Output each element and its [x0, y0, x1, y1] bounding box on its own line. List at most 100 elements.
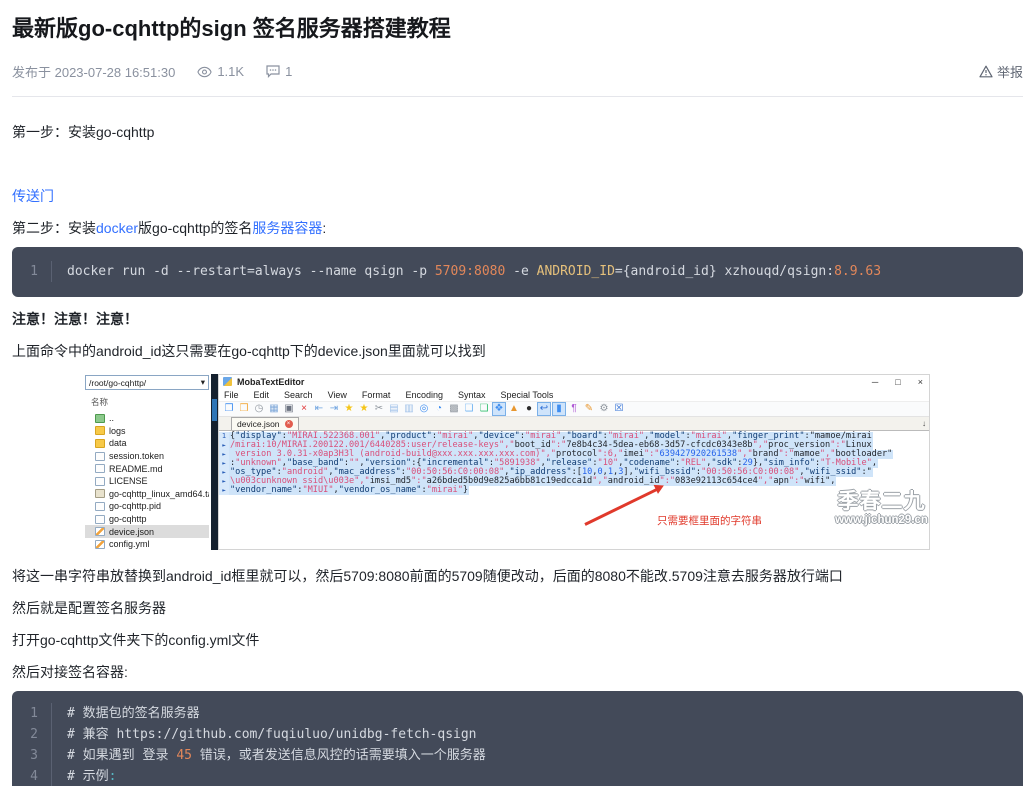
portal-paragraph: 传送门	[12, 187, 1023, 206]
scroll-down-icon: ↓	[922, 419, 926, 428]
comment-count: 1	[266, 64, 292, 79]
close-icon: ×	[917, 376, 923, 387]
sign-server-link[interactable]: 服务器容器	[252, 220, 322, 236]
code-block-yaml: 1 # 数据包的签名服务器 2 # 兼容 https://github.com/fuq…	[12, 691, 1023, 786]
watermark-url: www.jichun29.cn	[835, 514, 928, 526]
file-item: logs	[85, 425, 209, 438]
folder-icon	[95, 438, 105, 448]
apple-icon: ●	[525, 403, 533, 414]
config-paragraph: 然后就是配置签名服务器	[12, 600, 166, 616]
pilcrow-icon: ¶	[571, 403, 577, 414]
android-id-paragraph: 上面命令中的android_id这只需要在go-cqhttp下的device.j…	[12, 343, 486, 359]
code-line: 2 # 兼容 https://github.com/fuqiuluo/unidbg…	[12, 724, 1023, 745]
file-item: device.json	[85, 525, 209, 538]
views-icon	[197, 66, 212, 77]
highlight-icon: ❖	[492, 402, 506, 416]
tab-close-icon: ×	[284, 420, 293, 428]
file-item: session.token	[85, 450, 209, 463]
step2-prefix: 第二步：安装	[12, 220, 96, 236]
undo-icon: ↩	[537, 402, 551, 416]
code-line: 1 docker run -d --restart=always --name q…	[12, 261, 1023, 282]
bookmark-icon: ★	[344, 403, 354, 414]
folder-up-icon	[95, 413, 105, 423]
panel-divider	[211, 374, 218, 550]
file-browser-panel: /root/go-cqhttp/ ▾ 名称 .. logs data session.…	[85, 374, 209, 550]
open-config-paragraph: 打开go-cqhttp文件夹下的config.yml文件	[12, 632, 260, 648]
mobatexteditor-window: MobaTextEditor ─ □ × File Edit Search View F…	[218, 374, 930, 550]
article-page: 最新版go-cqhttp的sign 签名服务器搭建教程 发布于 2023-07-…	[0, 0, 1035, 786]
editor-titlebar: MobaTextEditor ─ □ ×	[219, 375, 929, 388]
menu-file: File	[224, 389, 239, 400]
path-dropdown: /root/go-cqhttp/ ▾	[85, 375, 209, 390]
edit-icon	[95, 539, 105, 549]
pencil-icon: ✎	[584, 403, 594, 414]
close-box-icon: ☒	[614, 403, 624, 414]
copy-icon: ▤	[389, 403, 399, 414]
editor-tab-bar: device.json ×	[219, 417, 929, 431]
step2-middle: 版go-cqhttp的签名	[138, 220, 253, 236]
view-count-value: 1.1K	[217, 64, 245, 79]
view-count: 1.1K	[197, 64, 244, 79]
grid-icon: ▩	[449, 403, 459, 414]
file-list: .. logs data session.token README.md LICENSE g…	[85, 412, 209, 551]
menu-view: View	[327, 389, 347, 400]
paste-icon: ▥	[404, 403, 414, 414]
menu-search: Search	[284, 389, 313, 400]
file-icon	[95, 464, 105, 474]
report-button[interactable]: 举报	[979, 62, 1023, 81]
file-item: go-cqhttp	[85, 513, 209, 526]
file-icon	[95, 501, 105, 511]
file-item: data	[85, 437, 209, 450]
file-column-header: 名称	[91, 397, 109, 407]
chevron-down-icon: ▾	[200, 377, 205, 387]
docker-link[interactable]: docker	[96, 220, 138, 236]
step2-suffix: :	[322, 220, 327, 236]
replace-icon: ◔	[435, 403, 443, 414]
maximize-icon: □	[895, 376, 901, 387]
close-file-icon: ×	[301, 403, 307, 414]
step1-paragraph: 第一步：安装go-cqhttp	[12, 124, 155, 140]
cut-icon: ✂	[374, 403, 384, 414]
embedded-screenshot-image[interactable]: /root/go-cqhttp/ ▾ 名称 .. logs data session.…	[85, 374, 930, 550]
file-item: README.md	[85, 462, 209, 475]
minimize-icon: ─	[871, 376, 879, 387]
file-icon	[95, 451, 105, 461]
comments-icon	[266, 65, 280, 78]
file-item: go-cqhttp.pid	[85, 500, 209, 513]
mobatexteditor-app-icon	[223, 377, 232, 386]
step2-paragraph: 第二步：安装docker版go-cqhttp的签名服务器容器:	[12, 219, 1023, 238]
search-icon: ◎	[419, 403, 429, 414]
header-divider	[12, 96, 1023, 97]
archive-icon	[95, 489, 105, 499]
sync-icon: ❏	[479, 403, 489, 414]
editor-toolbar: ❐ ❒ ◷ ▦ ▣ × ⇤ ⇥ ★ ★ ✂ ▤ ▥ ◎ ◔ ▩ ❏ ❏ ❖ ▲ ● ↩ ▮ ¶ ✎ ⚙ ☒	[219, 401, 929, 417]
file-icon	[95, 514, 105, 524]
editor-code: 1 {"display":"MIRAI.522368.001","product"…	[219, 432, 894, 495]
linux-icon: ▲	[509, 403, 519, 414]
menu-syntax: Syntax	[457, 389, 486, 400]
code-block-docker: 1 docker run -d --restart=always --name q…	[12, 247, 1023, 297]
tab-label: device.json	[237, 419, 280, 429]
code-line: 1 # 数据包的签名服务器	[12, 703, 1023, 724]
annotation-caption: 只需要框里面的字符串	[657, 515, 762, 527]
menu-edit: Edit	[253, 389, 270, 400]
editor-window-title: MobaTextEditor	[237, 376, 305, 387]
watermark: 季春二九 www.jichun29.cn	[833, 490, 930, 527]
edit-icon	[95, 527, 105, 537]
menu-encoding: Encoding	[405, 389, 443, 400]
warning-icon	[979, 65, 993, 78]
window-icon: ❏	[464, 403, 474, 414]
gear-icon: ⚙	[599, 403, 609, 414]
meta-row: 发布于 2023-07-28 16:51:30 1.1K 1 举报	[12, 62, 1023, 81]
save-icon: ▦	[269, 403, 279, 414]
connect-paragraph: 然后对接签名容器:	[12, 664, 128, 680]
cursor-icon: ▮	[552, 402, 566, 416]
file-item: ..	[85, 412, 209, 425]
file-item: config.yml	[85, 538, 209, 551]
new-file-icon: ❐	[224, 403, 234, 414]
portal-link[interactable]: 传送门	[12, 188, 54, 204]
code-line: 3 # 如果遇到 登录 45 错误，或者发送信息风控的话需要填入一个服务器	[12, 745, 1023, 766]
replace-paragraph: 将这一串字符串放替换到android_id框里就可以，然后5709:8080前面…	[12, 568, 843, 584]
path-value: /root/go-cqhttp/	[89, 377, 147, 388]
file-item: go-cqhttp_linux_amd64.tar.gz	[85, 488, 209, 501]
